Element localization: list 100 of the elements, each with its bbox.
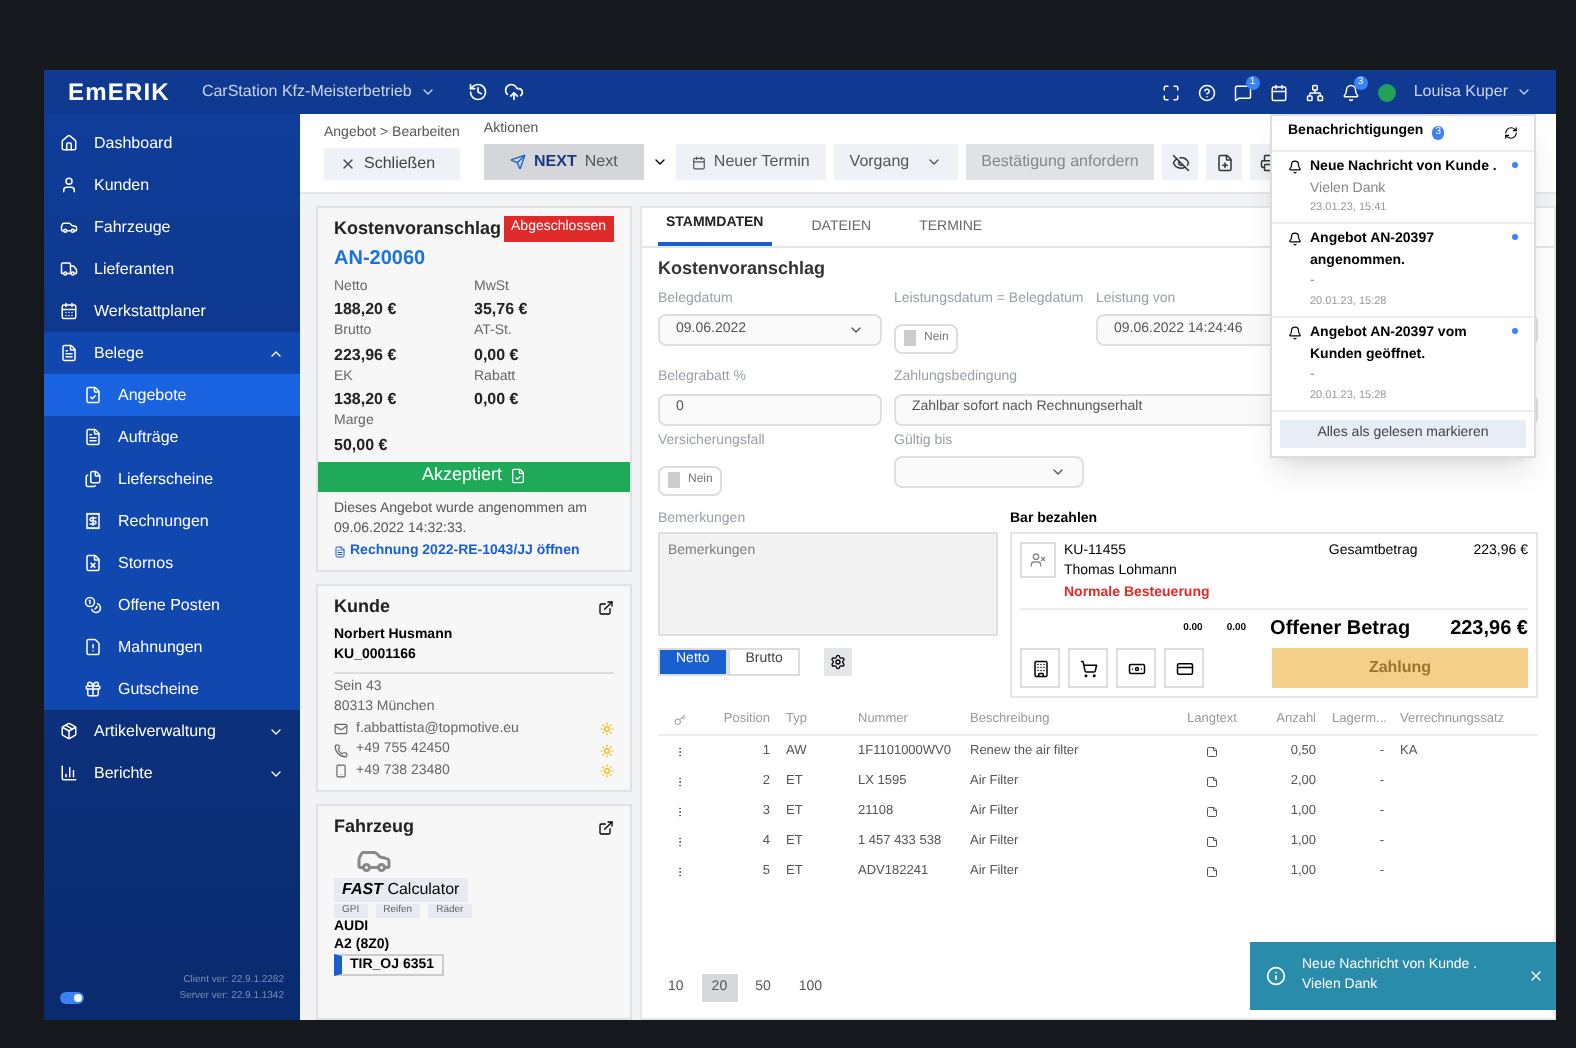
sidebar-item[interactable]: Artikelverwaltung bbox=[44, 710, 300, 752]
external-link-icon[interactable] bbox=[598, 819, 614, 836]
building-icon bbox=[1031, 659, 1049, 677]
network-icon[interactable] bbox=[1305, 83, 1324, 101]
sidebar-subitem[interactable]: Aufträge bbox=[44, 416, 300, 458]
sun-icon bbox=[600, 743, 614, 758]
coins-icon bbox=[84, 596, 102, 614]
caret-icon bbox=[1516, 84, 1532, 100]
accepted-bar: Akzeptiert bbox=[318, 461, 630, 491]
company-selector[interactable]: CarStation Kfz-Meisterbetrieb bbox=[201, 80, 436, 104]
note-icon[interactable] bbox=[1206, 865, 1218, 877]
send-icon bbox=[510, 154, 527, 170]
sidebar-item[interactable]: Fahrzeuge bbox=[44, 206, 300, 248]
document-icon bbox=[60, 344, 78, 362]
settings-button[interactable] bbox=[824, 647, 853, 675]
user-x-icon bbox=[1030, 551, 1046, 567]
close-button[interactable]: Schließen bbox=[324, 148, 460, 180]
open-amount-value: 223,96 € bbox=[1450, 616, 1528, 644]
box-icon bbox=[60, 722, 78, 740]
new-appointment-button[interactable]: Neuer Termin bbox=[675, 144, 826, 180]
select-field[interactable] bbox=[894, 456, 1084, 488]
mail-icon bbox=[334, 722, 348, 737]
chart-icon bbox=[60, 764, 78, 782]
document-check-icon bbox=[510, 468, 527, 484]
caret-icon bbox=[1050, 464, 1066, 480]
toggle-switch[interactable] bbox=[60, 992, 84, 1004]
external-link-icon[interactable] bbox=[598, 599, 614, 616]
note-icon[interactable] bbox=[1206, 775, 1218, 787]
sidebar-item[interactable]: Dashboard bbox=[44, 122, 300, 164]
amount-value: 223,96 € bbox=[334, 343, 399, 367]
close-icon[interactable] bbox=[1528, 968, 1544, 984]
sidebar-subitem[interactable]: Rechnungen bbox=[44, 500, 300, 542]
register-button[interactable] bbox=[1020, 648, 1060, 688]
document-icon bbox=[84, 428, 102, 446]
amount-value: 35,76 € bbox=[474, 298, 530, 322]
sidebar-item[interactable]: Belege bbox=[44, 332, 300, 374]
gift-icon bbox=[84, 680, 102, 698]
calendar-icon bbox=[691, 155, 706, 169]
amount-value: 50,00 € bbox=[334, 433, 390, 457]
caret-icon[interactable] bbox=[651, 154, 668, 170]
close-icon bbox=[340, 156, 356, 172]
help-icon[interactable] bbox=[1197, 83, 1216, 101]
documents-icon bbox=[84, 470, 102, 488]
note-icon[interactable] bbox=[1206, 835, 1218, 847]
phone-icon bbox=[334, 743, 348, 758]
amount-value: 0,00 € bbox=[474, 388, 521, 412]
new-document-button[interactable] bbox=[1206, 144, 1243, 180]
sun-icon bbox=[600, 722, 614, 737]
sun-icon bbox=[600, 764, 614, 779]
car-icon bbox=[60, 218, 78, 236]
document-x-icon bbox=[84, 554, 102, 572]
offer-number: AN-20060 bbox=[334, 245, 428, 273]
calendar-icon[interactable] bbox=[1269, 83, 1288, 101]
user-avatar[interactable] bbox=[1377, 83, 1396, 101]
calendar-icon bbox=[60, 302, 78, 320]
sidebar-item[interactable]: Berichte bbox=[44, 752, 300, 794]
eye-off-icon bbox=[1171, 153, 1190, 171]
caret-icon bbox=[419, 84, 436, 100]
banknote-icon bbox=[1127, 659, 1145, 677]
sidebar-item[interactable]: Werkstattplaner bbox=[44, 290, 300, 332]
cart-button[interactable] bbox=[1068, 648, 1108, 688]
caret-icon bbox=[925, 154, 942, 170]
history-icon[interactable] bbox=[467, 82, 488, 102]
card-button[interactable] bbox=[1164, 648, 1204, 688]
note-icon[interactable] bbox=[1206, 805, 1218, 817]
refresh-icon[interactable] bbox=[1504, 126, 1518, 140]
user-menu[interactable]: Louisa Kuper bbox=[1413, 80, 1532, 104]
sidebar-subitem[interactable]: Offene Posten bbox=[44, 584, 300, 626]
cash-button[interactable] bbox=[1116, 648, 1156, 688]
chat-icon[interactable] bbox=[1233, 83, 1252, 101]
card-title: Kunde bbox=[334, 594, 390, 620]
amount-value: 188,20 € bbox=[334, 298, 399, 322]
bell-icon[interactable] bbox=[1341, 83, 1360, 101]
user-button[interactable] bbox=[1020, 541, 1056, 577]
sidebar-subitem[interactable]: Angebote bbox=[44, 374, 300, 416]
key-icon bbox=[674, 714, 686, 726]
sidebar-item[interactable]: Lieferanten bbox=[44, 248, 300, 290]
home-icon bbox=[60, 134, 78, 152]
note-icon[interactable] bbox=[1206, 745, 1218, 757]
open-amount-label: Offener Betrag bbox=[1270, 616, 1411, 644]
sidebar-subitem[interactable]: Lieferscheine bbox=[44, 458, 300, 500]
next-button[interactable]: NEXT Next bbox=[483, 144, 644, 180]
card-title: Kostenvoranschlag bbox=[334, 216, 502, 242]
process-button[interactable]: Vorgang bbox=[833, 144, 958, 180]
cloud-upload-icon[interactable] bbox=[503, 82, 524, 102]
sidebar-item[interactable]: Kunden bbox=[44, 164, 300, 206]
settings-icon bbox=[830, 653, 847, 669]
fullscreen-icon[interactable] bbox=[1161, 83, 1180, 101]
document-icon bbox=[334, 545, 346, 558]
sidebar-subitem[interactable]: Stornos bbox=[44, 542, 300, 584]
truck-icon bbox=[60, 260, 78, 278]
document-check-icon bbox=[84, 386, 102, 404]
user-icon bbox=[60, 176, 78, 194]
calculator-label: FAST Calculator bbox=[334, 877, 468, 901]
app-logo: EmERIK bbox=[68, 76, 170, 110]
receipt-icon bbox=[84, 512, 102, 530]
document-warning-icon bbox=[84, 638, 102, 656]
sidebar-subitem[interactable]: Mahnungen bbox=[44, 626, 300, 668]
sidebar-subitem[interactable]: Gutscheine bbox=[44, 668, 300, 710]
hide-button[interactable] bbox=[1162, 144, 1199, 180]
